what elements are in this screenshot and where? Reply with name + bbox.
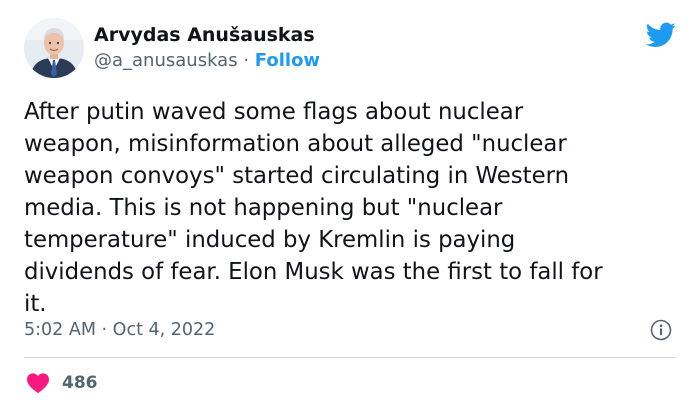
tweet-date: Oct 4, 2022 [112,320,216,340]
like-count[interactable]: 486 [62,372,98,394]
author-handle[interactable]: @a_anusauskas [94,50,238,71]
avatar[interactable] [24,18,84,78]
tweet-timestamp[interactable]: 5:02 AM · Oct 4, 2022 [24,318,215,342]
twitter-bird-icon[interactable] [646,22,676,48]
tweet-time: 5:02 AM [24,320,96,340]
heart-icon[interactable] [26,372,50,394]
info-icon[interactable] [650,319,672,341]
author-handle-row: @a_anusauskas · Follow [94,49,320,73]
follow-button[interactable]: Follow [255,50,320,71]
timestamp-separator: · [101,320,108,340]
author-display-name[interactable]: Arvydas Anušauskas [94,23,315,47]
tweet-text: After putin waved some flags about nucle… [24,99,603,317]
tweet-card: Arvydas Anušauskas @a_anusauskas · Follo… [0,0,700,410]
handle-separator: · [243,50,250,71]
divider [24,357,676,358]
avatar-portrait [24,18,84,78]
